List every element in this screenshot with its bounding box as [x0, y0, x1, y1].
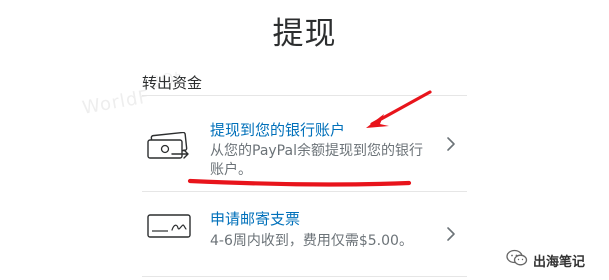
withdraw-to-bank-description: 从您的PayPal余额提现到您的银行账户。 — [210, 143, 423, 178]
chevron-right-icon[interactable] — [446, 226, 456, 246]
faint-watermark: WorldF — [80, 86, 152, 119]
withdraw-to-bank-option[interactable]: 提现到您的银行账户 从您的PayPal余额提现到您的银行账户。 — [142, 112, 467, 184]
divider-middle — [142, 191, 467, 192]
withdraw-to-bank-title[interactable]: 提现到您的银行账户 — [210, 119, 345, 140]
cash-transfer-icon — [146, 131, 192, 166]
request-check-option[interactable]: 申请邮寄支票 4-6周内收到，费用仅需$5.00。 — [142, 206, 467, 268]
divider-top — [142, 95, 467, 96]
chevron-right-icon[interactable] — [446, 136, 456, 156]
brand-text: 出海笔记 — [533, 254, 586, 270]
check-icon — [146, 212, 192, 246]
brand-watermark: 出海笔记 — [506, 249, 585, 271]
section-label: 转出资金 — [142, 74, 203, 92]
divider-bottom — [142, 276, 467, 277]
request-check-title[interactable]: 申请邮寄支票 — [210, 208, 300, 229]
wechat-icon — [506, 249, 528, 271]
request-check-description: 4-6周内收到，费用仅需$5.00。 — [210, 233, 413, 249]
page-title: 提现 — [272, 16, 337, 52]
